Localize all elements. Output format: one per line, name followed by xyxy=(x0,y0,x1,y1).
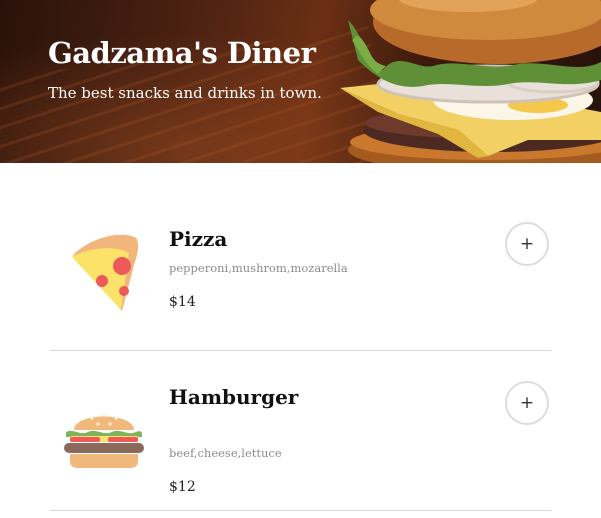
page-title: Gadzama's Diner xyxy=(48,36,316,70)
burger-photo xyxy=(340,0,601,163)
menu-item-price: $12 xyxy=(169,479,196,495)
page-subtitle: The best snacks and drinks in town. xyxy=(48,84,322,102)
menu-item-name: Pizza xyxy=(169,227,228,251)
menu-item-description: pepperoni,mushrom,mozarella xyxy=(169,261,348,275)
hamburger-icon xyxy=(64,413,144,468)
add-hamburger-button[interactable]: + xyxy=(505,381,549,425)
hero-banner: Gadzama's Diner The best snacks and drin… xyxy=(0,0,601,163)
menu-item-name: Hamburger xyxy=(169,385,299,409)
pizza-slice-icon xyxy=(72,234,139,311)
item-divider xyxy=(50,510,551,511)
menu-list: Pizza pepperoni,mushrom,mozarella $14 + xyxy=(50,163,551,511)
menu-item-price: $14 xyxy=(169,294,196,310)
menu-item-pizza: Pizza pepperoni,mushrom,mozarella $14 + xyxy=(50,163,551,351)
menu-item-description: beef,cheese,lettuce xyxy=(169,446,282,460)
menu-item-hamburger: Hamburger beef,cheese,lettuce $12 + xyxy=(50,351,551,511)
add-pizza-button[interactable]: + xyxy=(505,222,549,266)
